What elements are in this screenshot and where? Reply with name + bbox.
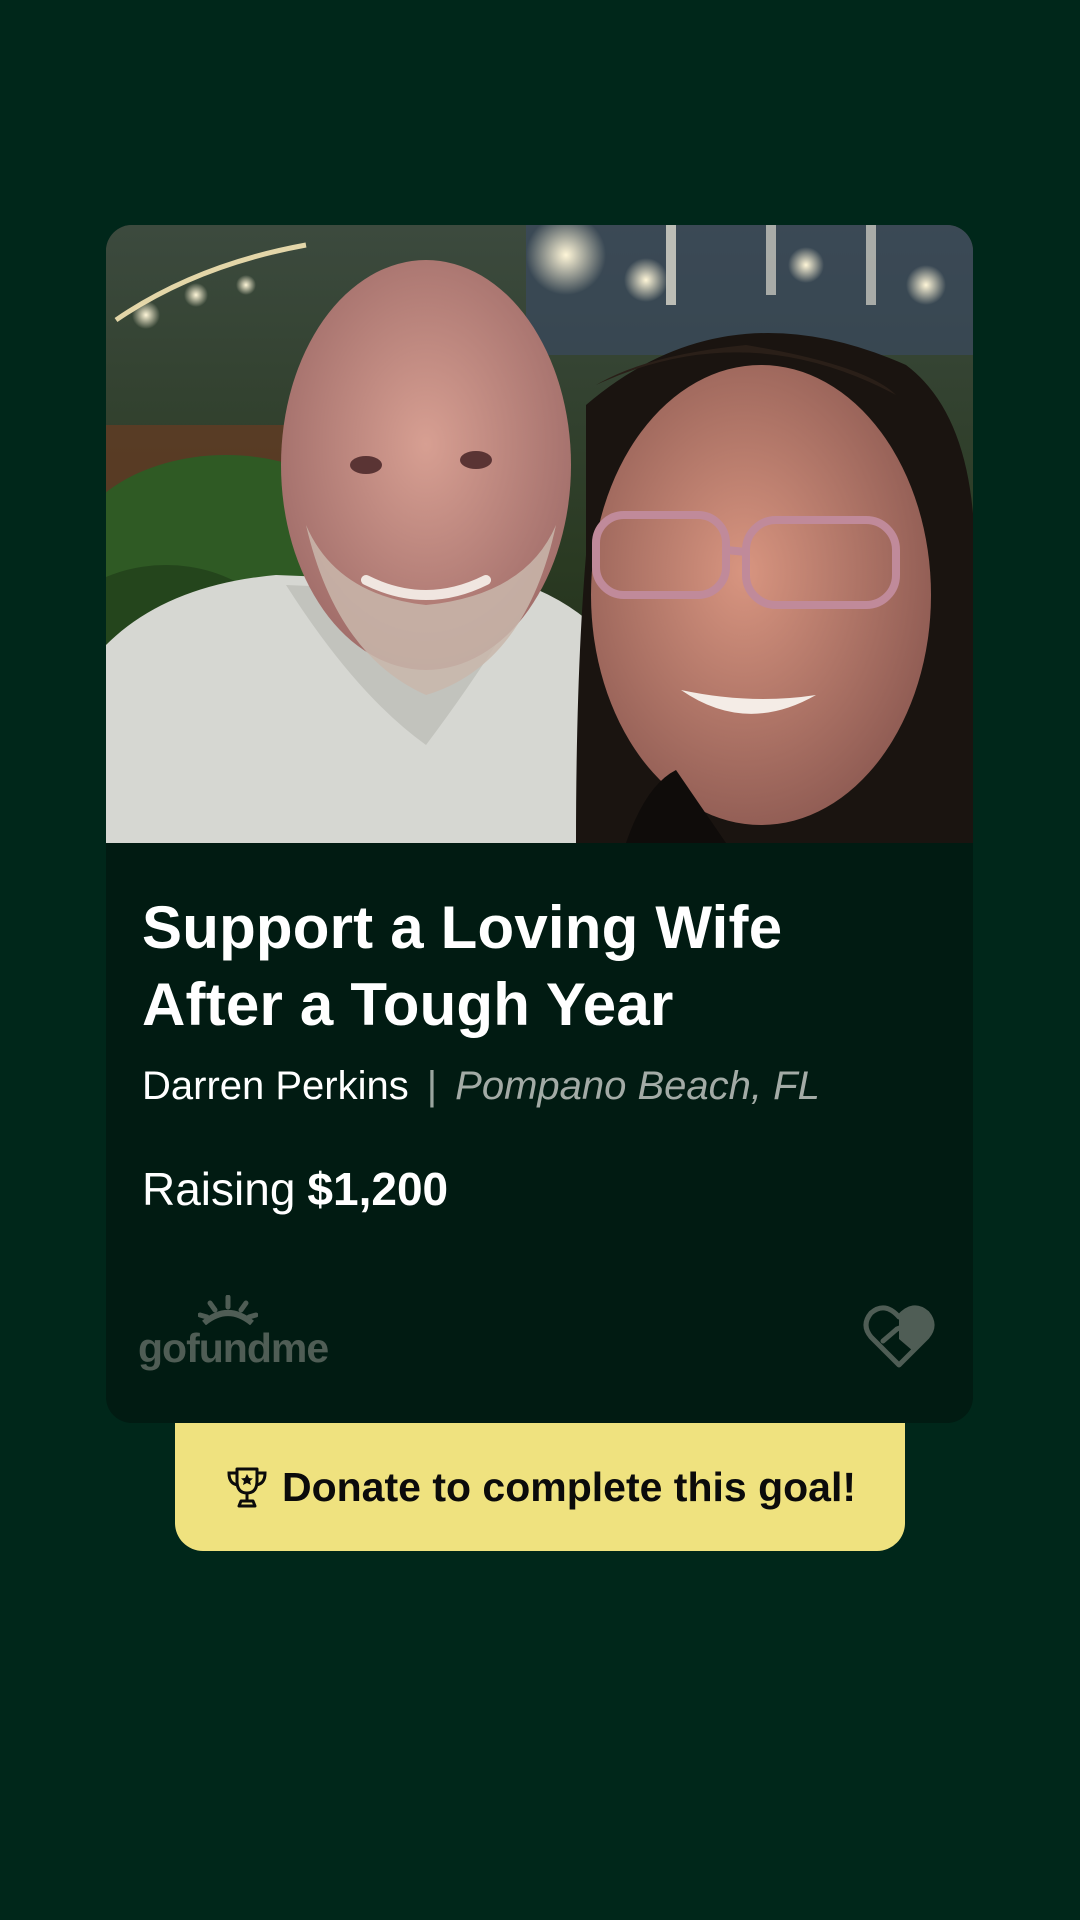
raising-amount: $1,200 xyxy=(307,1163,449,1215)
meta-separator: | xyxy=(426,1064,438,1108)
fundraiser-meta: Darren Perkins | Pompano Beach, FL xyxy=(142,1061,820,1111)
gofundme-logo: gofundme xyxy=(138,1295,338,1375)
photo-illustration xyxy=(106,225,973,843)
fundraiser-share-screen: Support a Loving Wife After a Tough Year… xyxy=(0,0,1080,1920)
donate-button[interactable]: Donate to complete this goal! xyxy=(175,1423,905,1551)
donate-button-label: Donate to complete this goal! xyxy=(281,1463,857,1510)
gofundme-wordmark: gofundme xyxy=(138,1325,329,1371)
fundraiser-location: Pompano Beach, FL xyxy=(455,1064,820,1108)
heart-handshake-icon xyxy=(863,1305,935,1368)
fundraiser-card[interactable]: Support a Loving Wife After a Tough Year… xyxy=(106,225,973,1423)
fundraiser-photo xyxy=(106,225,973,843)
trophy-icon xyxy=(224,1464,270,1510)
gofundme-sun-icon xyxy=(198,1295,258,1325)
fundraiser-title: Support a Loving Wife After a Tough Year xyxy=(142,894,783,1038)
raising-label: Raising xyxy=(142,1163,296,1215)
organizer-name: Darren Perkins xyxy=(142,1064,409,1108)
raising-goal: Raising $1,200 xyxy=(142,1160,448,1218)
